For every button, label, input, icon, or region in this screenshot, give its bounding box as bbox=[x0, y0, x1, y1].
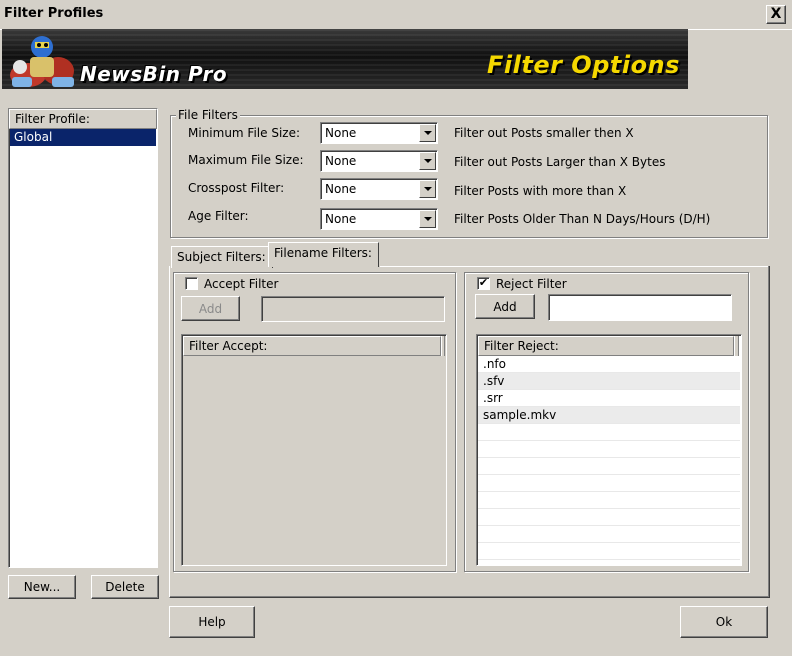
chevron-down-icon[interactable] bbox=[419, 152, 436, 170]
crosspost-filter-value: None bbox=[325, 182, 357, 196]
chevron-down-icon[interactable] bbox=[419, 180, 436, 198]
crosspost-filter-select[interactable]: None bbox=[320, 178, 438, 200]
reject-filter-checkbox[interactable]: ✔ bbox=[477, 277, 490, 290]
max-file-size-select[interactable]: None bbox=[320, 150, 438, 172]
min-file-size-label: Minimum File Size: bbox=[188, 126, 300, 140]
robot-mascot-icon bbox=[10, 36, 74, 87]
title-bar: Filter Profiles X bbox=[0, 0, 792, 30]
reject-filter-label: Reject Filter bbox=[496, 277, 567, 291]
crosspost-filter-desc: Filter Posts with more than X bbox=[454, 184, 627, 198]
empty-row bbox=[478, 441, 740, 458]
new-profile-button[interactable]: New... bbox=[8, 575, 76, 599]
empty-row bbox=[478, 492, 740, 509]
banner-title: Filter Options bbox=[487, 51, 680, 79]
filter-accept-list[interactable] bbox=[181, 334, 447, 566]
empty-row bbox=[478, 509, 740, 526]
max-file-size-value: None bbox=[325, 154, 357, 168]
ok-button[interactable]: Ok bbox=[680, 606, 768, 638]
checkmark-icon: ✔ bbox=[478, 276, 489, 289]
file-filters-legend: File Filters bbox=[176, 108, 240, 122]
filter-reject-rows: .nfo .sfv .srr sample.mkv bbox=[478, 356, 740, 560]
chevron-down-icon[interactable] bbox=[419, 210, 436, 228]
empty-row bbox=[478, 424, 740, 441]
accept-filter-input[interactable] bbox=[261, 296, 445, 322]
reject-add-button[interactable]: Add bbox=[475, 294, 535, 319]
close-button[interactable]: X bbox=[766, 5, 786, 24]
empty-row bbox=[478, 526, 740, 543]
min-file-size-desc: Filter out Posts smaller then X bbox=[454, 126, 634, 140]
age-filter-select[interactable]: None bbox=[320, 208, 438, 230]
min-file-size-select[interactable]: None bbox=[320, 122, 438, 144]
tab-panel-top-edge bbox=[380, 266, 768, 267]
empty-row bbox=[478, 458, 740, 475]
filter-accept-header[interactable]: Filter Accept: bbox=[183, 336, 441, 356]
accept-add-button[interactable]: Add bbox=[181, 296, 240, 321]
delete-profile-button[interactable]: Delete bbox=[91, 575, 159, 599]
age-filter-desc: Filter Posts Older Than N Days/Hours (D/… bbox=[454, 212, 711, 226]
column-resize-handle[interactable] bbox=[734, 336, 739, 356]
filter-reject-header[interactable]: Filter Reject: bbox=[478, 336, 734, 356]
min-file-size-value: None bbox=[325, 126, 357, 140]
empty-row bbox=[478, 543, 740, 560]
chevron-down-icon[interactable] bbox=[419, 124, 436, 142]
age-filter-label: Age Filter: bbox=[188, 209, 249, 223]
max-file-size-label: Maximum File Size: bbox=[188, 153, 304, 167]
accept-filter-label: Accept Filter bbox=[204, 277, 279, 291]
close-icon: X bbox=[770, 6, 782, 22]
list-item[interactable]: .nfo bbox=[478, 356, 740, 373]
profile-item-global[interactable]: Global bbox=[10, 129, 156, 146]
column-resize-handle[interactable] bbox=[441, 336, 445, 356]
tab-filename-filters[interactable]: Filename Filters: bbox=[268, 242, 379, 267]
filter-profiles-window: Filter Profiles X NewsBin Pro Filter Opt… bbox=[0, 0, 792, 656]
help-button[interactable]: Help bbox=[169, 606, 255, 638]
list-item[interactable]: .sfv bbox=[478, 373, 740, 390]
list-item[interactable]: .srr bbox=[478, 390, 740, 407]
tab-subject-filters[interactable]: Subject Filters: bbox=[171, 246, 273, 268]
window-title: Filter Profiles bbox=[4, 6, 104, 21]
reject-filter-input[interactable] bbox=[548, 294, 732, 321]
profile-list-header[interactable]: Filter Profile: bbox=[9, 109, 157, 129]
accept-filter-checkbox[interactable] bbox=[185, 277, 198, 290]
newsbin-logo-text: NewsBin Pro bbox=[80, 62, 228, 86]
age-filter-value: None bbox=[325, 212, 357, 226]
empty-row bbox=[478, 475, 740, 492]
banner: NewsBin Pro Filter Options bbox=[2, 29, 688, 89]
crosspost-filter-label: Crosspost Filter: bbox=[188, 181, 285, 195]
list-item[interactable]: sample.mkv bbox=[478, 407, 740, 424]
profile-list[interactable] bbox=[8, 108, 158, 568]
max-file-size-desc: Filter out Posts Larger than X Bytes bbox=[454, 155, 666, 169]
